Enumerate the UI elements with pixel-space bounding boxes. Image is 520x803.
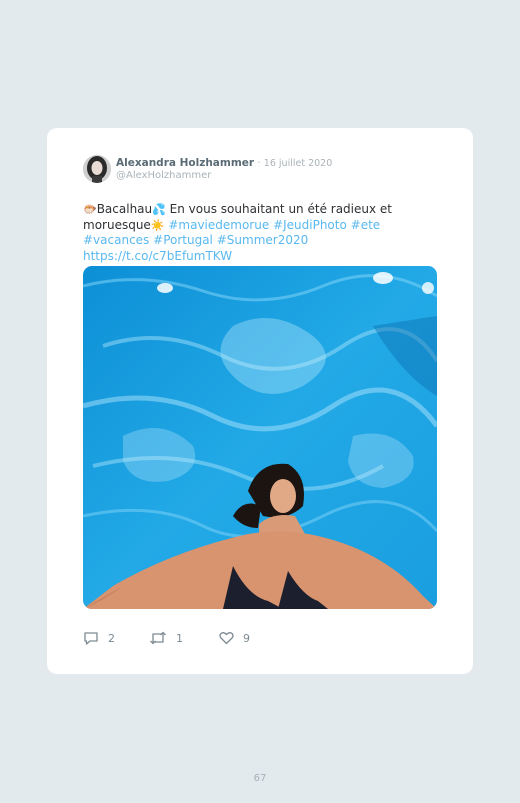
date-separator: · xyxy=(257,158,261,169)
splash-emoji: 💦 xyxy=(152,203,166,216)
heart-icon xyxy=(219,632,234,645)
tweet-text: 🐡Bacalhau💦 En vous souhaitant un été rad… xyxy=(83,202,443,264)
retweet-count: 1 xyxy=(176,631,183,645)
tweet-date[interactable]: 16 juillet 2020 xyxy=(264,158,332,169)
retweet-arrows-icon xyxy=(150,631,166,645)
hashtag-link[interactable]: #Portugal xyxy=(153,233,213,247)
sun-emoji: ☀️ xyxy=(150,218,165,232)
author-name[interactable]: Alexandra Holzhammer xyxy=(116,157,254,169)
reply-action[interactable]: 2 xyxy=(83,628,115,648)
hashtag-link[interactable]: #ete xyxy=(351,218,381,232)
author-line: Alexandra Holzhammer · 16 juillet 2020 xyxy=(116,157,332,169)
hashtag-link[interactable]: #vacances xyxy=(83,233,149,247)
tweet-photo[interactable] xyxy=(83,266,437,609)
hashtag-link[interactable]: #JeudiPhoto xyxy=(273,218,347,232)
url-link[interactable]: https://t.co/c7bEfumTKW xyxy=(83,249,232,263)
tweet-text-part: Bacalhau xyxy=(96,202,153,216)
reply-count: 2 xyxy=(108,631,115,645)
retweet-action[interactable]: 1 xyxy=(149,628,183,648)
author-avatar[interactable] xyxy=(83,155,111,183)
hashtag-link[interactable]: #maviedemorue xyxy=(168,218,269,232)
page-number: 67 xyxy=(253,773,267,784)
tweet-card: Alexandra Holzhammer · 16 juillet 2020 @… xyxy=(47,128,473,674)
author-handle[interactable]: @AlexHolzhammer xyxy=(116,170,211,181)
comment-bubble-icon xyxy=(84,631,98,645)
like-action[interactable]: 9 xyxy=(219,628,250,648)
fish-emoji: 🐡 xyxy=(83,203,97,216)
like-count: 9 xyxy=(243,631,250,645)
hashtag-link[interactable]: #Summer2020 xyxy=(217,233,309,247)
